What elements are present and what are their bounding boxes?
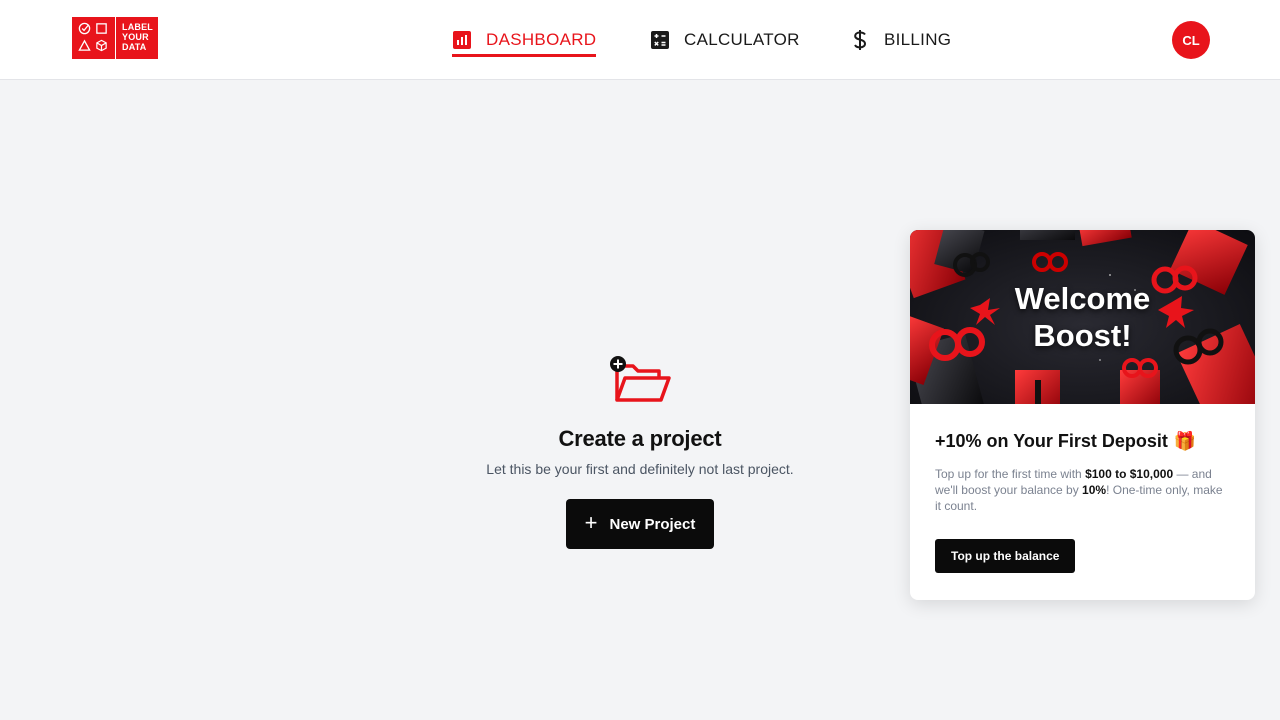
promo-banner-title-line-2: Boost! (1033, 318, 1132, 353)
nav-billing[interactable]: BILLING (850, 28, 951, 58)
gift-emoji-icon: 🎁 (1173, 431, 1197, 451)
promo-title: +10% on Your First Deposit 🎁 (935, 431, 1230, 452)
top-header: LABEL YOUR DATA DASHBOARD CALCULATOR BIL… (0, 0, 1280, 80)
logo-line-1: LABEL (122, 22, 153, 32)
plus-icon: + (584, 510, 598, 535)
calculator-icon (650, 28, 670, 52)
logo-text: LABEL YOUR DATA (116, 17, 158, 59)
logo-cube-icon (95, 39, 107, 52)
user-avatar[interactable]: CL (1172, 21, 1210, 59)
nav-dashboard[interactable]: DASHBOARD (452, 28, 597, 57)
empty-state-title: Create a project (558, 426, 722, 451)
promo-description: Top up for the first time with $100 to $… (935, 466, 1230, 514)
empty-state: Create a project Let this be your first … (440, 352, 840, 549)
new-project-button[interactable]: + New Project (566, 499, 714, 549)
nav-billing-label: BILLING (884, 30, 952, 49)
new-project-label: New Project (609, 515, 696, 533)
logo-line-3: DATA (122, 42, 147, 52)
add-folder-icon (605, 352, 675, 408)
nav-calculator-label: CALCULATOR (684, 30, 800, 49)
logo-square-icon (95, 23, 107, 34)
promo-desc-part-1: Top up for the first time with (935, 467, 1086, 481)
empty-state-subtitle: Let this be your first and definitely no… (486, 461, 794, 477)
nav-dashboard-label: DASHBOARD (486, 30, 597, 49)
dollar-icon (850, 28, 870, 52)
promo-banner: Welcome Boost! (910, 230, 1255, 404)
logo-line-2: YOUR (122, 32, 149, 42)
logo-triangle-icon (78, 39, 91, 51)
logo-check-icon (78, 22, 91, 35)
promo-title-text: +10% on Your First Deposit (935, 431, 1168, 451)
logo-icons (72, 17, 116, 59)
welcome-promo-card: Welcome Boost! +10% on Your First Deposi… (910, 230, 1255, 600)
promo-desc-percent: 10% (1082, 483, 1107, 497)
promo-banner-title-line-1: Welcome (1014, 281, 1151, 316)
nav-calculator[interactable]: CALCULATOR (650, 28, 800, 58)
logo[interactable]: LABEL YOUR DATA (72, 17, 158, 59)
top-up-balance-button[interactable]: Top up the balance (935, 539, 1076, 573)
promo-banner-title: Welcome Boost! (910, 280, 1255, 354)
bar-chart-icon (452, 28, 472, 52)
promo-body: +10% on Your First Deposit 🎁 Top up for … (910, 404, 1255, 573)
promo-desc-amount: $100 to $10,000 (1085, 467, 1174, 481)
